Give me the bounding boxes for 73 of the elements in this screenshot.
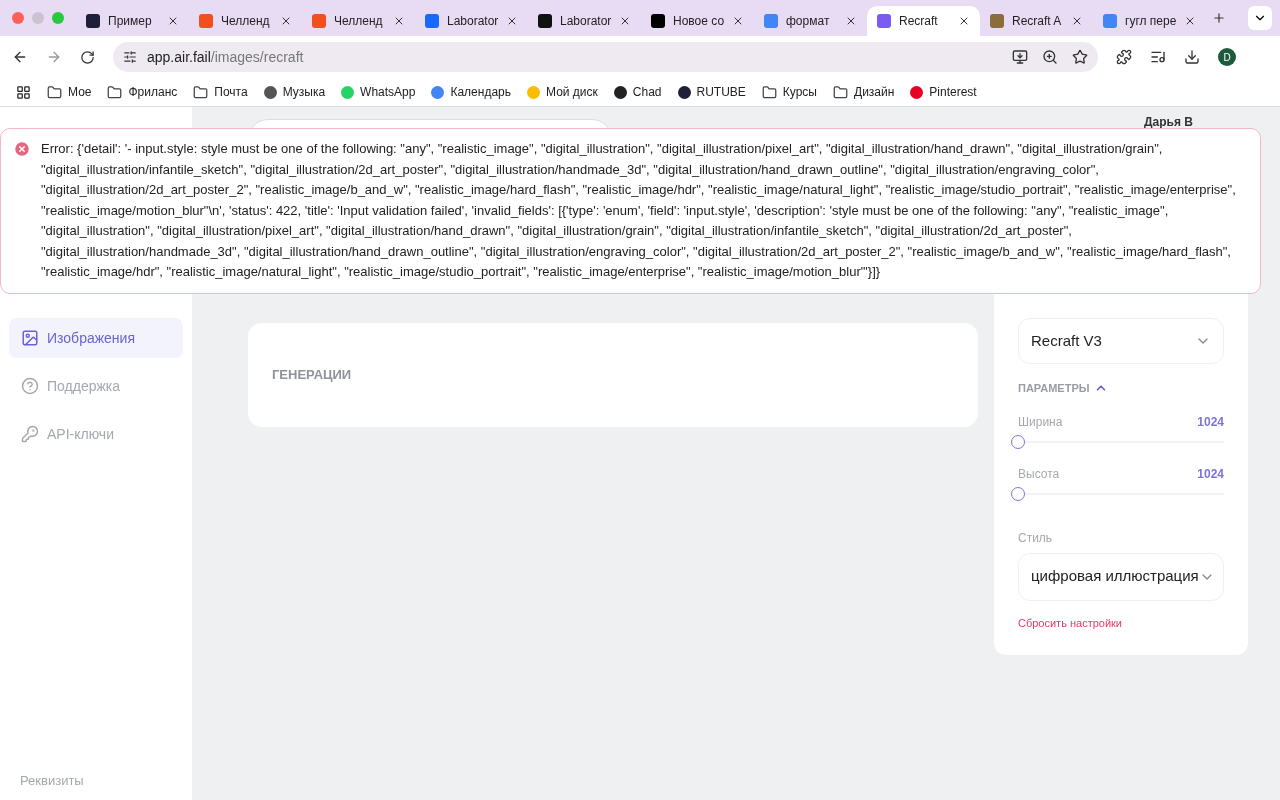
bookmark[interactable]: Мое: [47, 83, 92, 101]
bookmark[interactable]: RUTUBE: [677, 83, 746, 101]
reset-settings-link[interactable]: Сбросить настройки: [1018, 614, 1224, 631]
bookmark[interactable]: Музыка: [263, 83, 326, 101]
browser-tab[interactable]: Laborator: [415, 6, 528, 36]
browser-tab[interactable]: формат: [754, 6, 867, 36]
browser-tab[interactable]: Recraft: [867, 6, 980, 36]
tab-title: Челленд: [334, 13, 384, 30]
star-icon[interactable]: [1072, 49, 1088, 65]
browser-tab[interactable]: Laborator: [528, 6, 641, 36]
tab-title: гугл пере: [1125, 13, 1177, 30]
key-icon: [21, 425, 39, 443]
browser-tab[interactable]: Новое со: [641, 6, 754, 36]
close-icon[interactable]: [958, 15, 970, 27]
media-icon[interactable]: [1150, 49, 1166, 65]
slider-value: 1024: [1197, 465, 1224, 483]
bookmark[interactable]: Дизайн: [833, 83, 895, 101]
bookmark[interactable]: Фриланс: [107, 83, 178, 101]
bookmark[interactable]: WhatsApp: [341, 83, 416, 101]
model-select[interactable]: Recraft V3: [1018, 318, 1224, 364]
profile-avatar[interactable]: D: [1218, 48, 1236, 66]
tab-title: Laborator: [560, 13, 612, 30]
slider[interactable]: [1011, 434, 1224, 449]
address-field[interactable]: app.air.fail/images/recraft: [113, 42, 1098, 72]
tab-title: Recraft: [899, 13, 939, 30]
image-icon: [21, 329, 39, 347]
browser-tab[interactable]: Пример: [76, 6, 189, 36]
bookmark[interactable]: Pinterest: [910, 83, 977, 101]
new-tab-icon[interactable]: [1212, 11, 1226, 25]
browser-tab[interactable]: Челленд: [302, 6, 415, 36]
forward-icon[interactable]: [46, 49, 62, 65]
reload-icon[interactable]: [80, 49, 95, 65]
download-icon[interactable]: [1184, 49, 1200, 65]
bookmark[interactable]: Chad: [613, 83, 662, 101]
bookmark[interactable]: Мой диск: [527, 83, 598, 101]
extensions-icon[interactable]: [1116, 49, 1132, 65]
section-title: ГЕНЕРАЦИИ: [272, 366, 352, 385]
browser-tab[interactable]: гугл пере: [1093, 6, 1206, 36]
tab-title: Новое со: [673, 13, 725, 30]
close-icon[interactable]: [280, 15, 292, 27]
url-text: app.air.fail/images/recraft: [147, 47, 304, 67]
bookmark[interactable]: Календарь: [431, 83, 511, 101]
slider-label: Высота: [1018, 465, 1060, 483]
sidebar-item[interactable]: Изображения: [9, 318, 183, 358]
install-icon[interactable]: [1012, 49, 1028, 65]
tab-title: формат: [786, 13, 831, 30]
style-label: Стиль: [1018, 529, 1054, 547]
close-icon[interactable]: [845, 15, 857, 27]
style-select[interactable]: цифровая иллюстрация: [1018, 552, 1224, 601]
tab-menu-button[interactable]: [1248, 6, 1272, 30]
slider-thumb[interactable]: [1011, 434, 1025, 449]
error-icon: [13, 140, 31, 158]
apps-icon[interactable]: [16, 84, 31, 100]
bookmark[interactable]: Почта: [193, 83, 248, 101]
zoom-icon[interactable]: [1042, 49, 1058, 65]
close-icon[interactable]: [393, 15, 405, 27]
help-icon: [21, 377, 39, 395]
browser-tab[interactable]: Recraft A: [980, 6, 1093, 36]
slider-label: Ширина: [1018, 413, 1063, 431]
bookmark[interactable]: Курсы: [761, 83, 817, 101]
slider[interactable]: [1011, 486, 1224, 501]
slider-value: 1024: [1197, 413, 1224, 431]
browser-tab[interactable]: Челленд: [189, 6, 302, 36]
close-icon[interactable]: [167, 15, 179, 27]
tab-title: Челленд: [221, 13, 271, 30]
tab-title: Пример: [108, 13, 153, 30]
slider-thumb[interactable]: [1011, 486, 1025, 501]
back-icon[interactable]: [12, 49, 28, 65]
close-icon[interactable]: [1071, 15, 1083, 27]
tab-title: Recraft A: [1012, 13, 1063, 30]
error-message: Error: {'detail': '- input.style: style must be one of the following: "any", "realistic_image", "digital_illustration", "digital_illustration/pixel_art", "digital_illustration/hand_drawn", "digital_illustration/grain", "digital_illustration/infantile_sketch", "digital_illustration/2d_art_poster", "digital_illustration/handmade_3d", "digital_illustration/hand_drawn_outline", "digital_illustration/engraving_color", "digital_illustration/2d_art_poster_2", "realistic_image/b_and_w", "realistic_image/hard_flash", "realistic_image/hdr", "realistic_image/natural_light", "realistic_image/studio_portrait", "realistic_image/enterprise", "realistic_image/motion_blur"\n', 'status': 422, 'title': 'Input validation failed', 'invalid_fields': [{'type': 'enum', 'field': 'input.style', 'description': 'style must be one of the following: "any", "realistic_image", "digital_illustration", "digital_illustration/pixel_art", "digital_illustration/hand_drawn", "digital_illustration/grain", "digital_illustration/infantile_sketch", "digital_illustration/2d_art_poster", "digital_illustration/handmade_3d", "digital_illustration/hand_drawn_outline", "digital_illustration/engraving_color", "digital_illustration/2d_art_poster_2", "realistic_image/b_and_w", "realistic_image/hard_flash", "realistic_image/hdr", "realistic_image/natural_light", "realistic_image/studio_portrait", "realistic_image/enterprise", "realistic_image/motion_blur"'}]}: [41, 140, 1237, 281]
site-settings-icon[interactable]: [123, 50, 137, 64]
tab-title: Laborator: [447, 13, 499, 30]
